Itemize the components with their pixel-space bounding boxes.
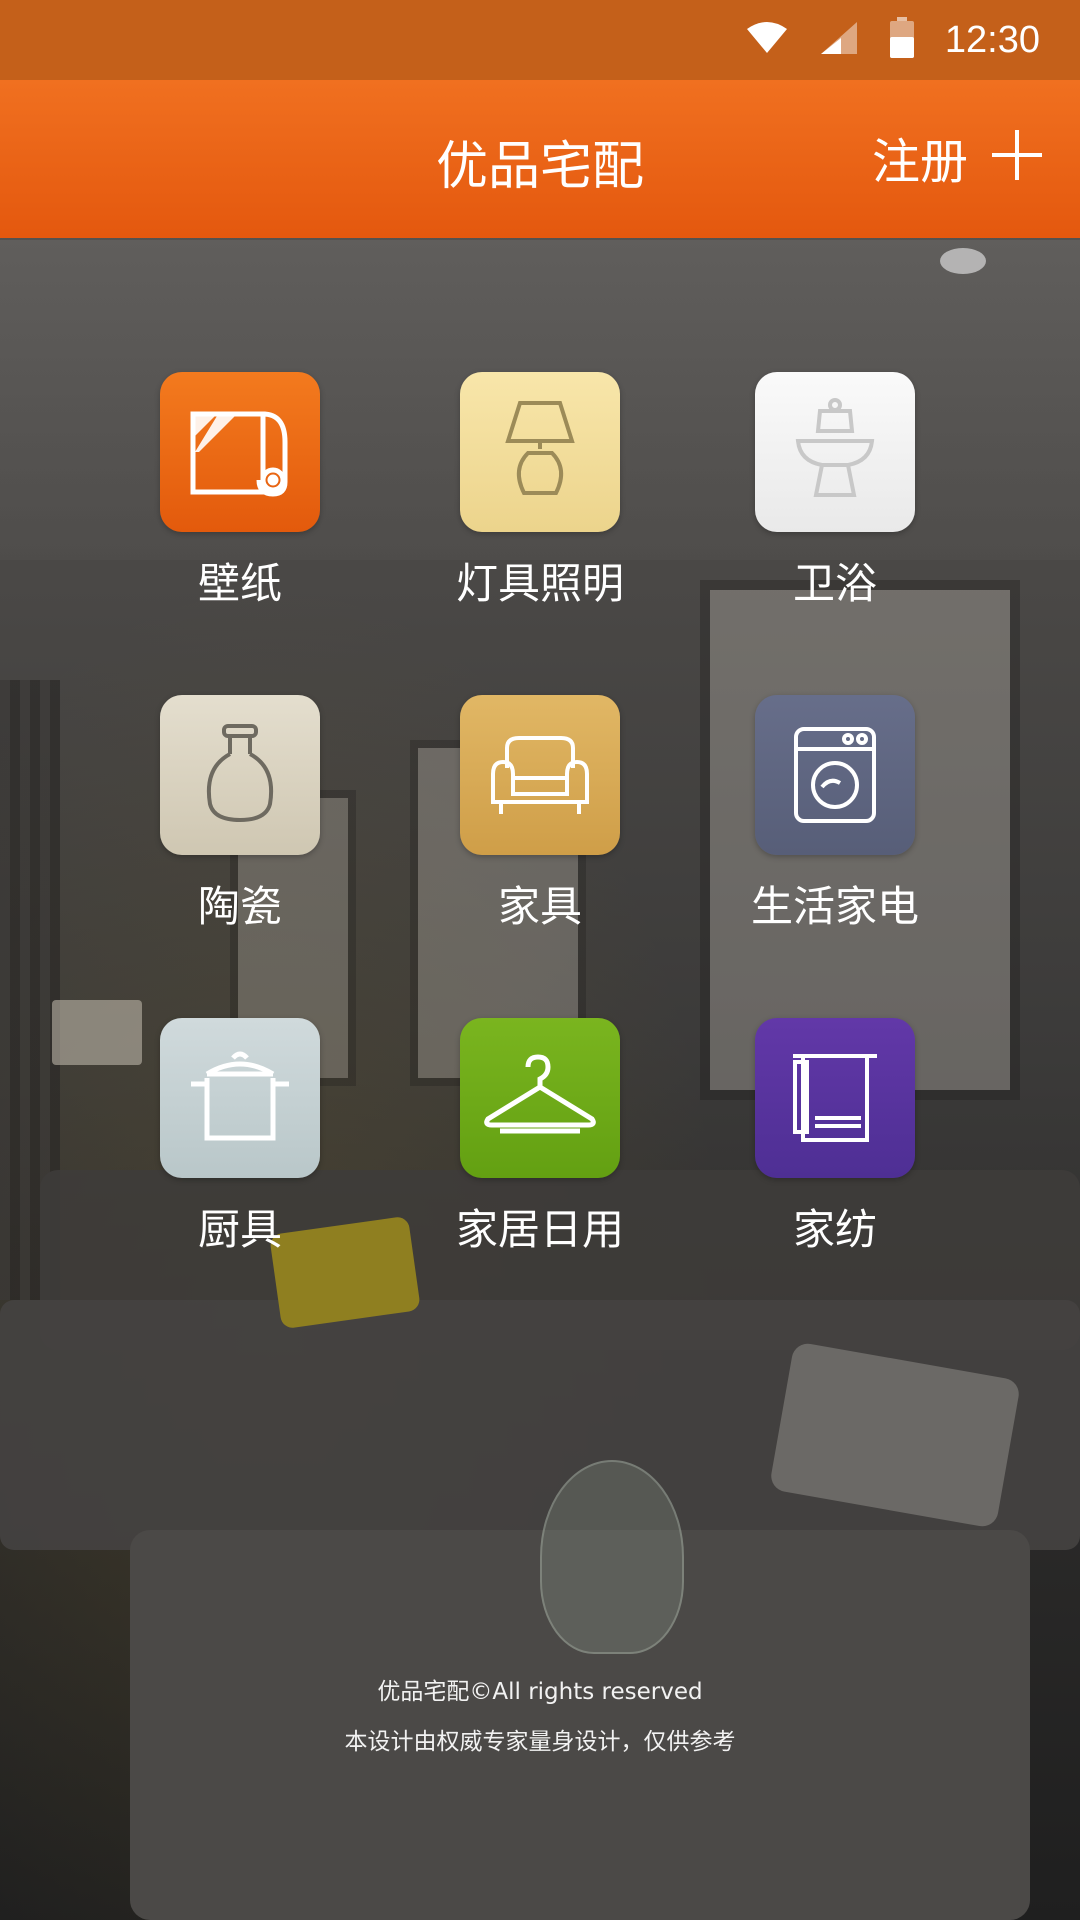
washing-machine-icon bbox=[755, 695, 915, 855]
category-wallpaper[interactable]: 壁纸 bbox=[130, 372, 350, 611]
towel-icon bbox=[755, 1018, 915, 1178]
wifi-icon bbox=[745, 21, 789, 59]
category-label: 灯具照明 bbox=[455, 559, 624, 608]
category-label: 生活家电 bbox=[750, 882, 919, 931]
disclaimer-text: 本设计由权威专家量身设计，仅供参考 bbox=[344, 1729, 736, 1755]
category-label: 家纺 bbox=[792, 1205, 877, 1254]
category-furniture[interactable]: 家具 bbox=[430, 695, 650, 934]
category-label: 厨具 bbox=[197, 1205, 282, 1254]
category-bathroom[interactable]: 卫浴 bbox=[725, 372, 945, 611]
category-textiles[interactable]: 家纺 bbox=[725, 1018, 945, 1257]
status-time: 12:30 bbox=[944, 18, 1040, 61]
battery-icon bbox=[889, 17, 915, 63]
category-lighting[interactable]: 灯具照明 bbox=[430, 372, 650, 611]
plus-icon bbox=[990, 128, 1044, 186]
cooking-pot-icon bbox=[160, 1018, 320, 1178]
ceramic-vase-icon bbox=[160, 695, 320, 855]
clothes-hanger-icon bbox=[460, 1018, 620, 1178]
register-label: 注册 bbox=[871, 134, 968, 190]
glass-vase bbox=[540, 1460, 684, 1654]
category-label: 陶瓷 bbox=[197, 882, 282, 931]
sofa-icon bbox=[460, 695, 620, 855]
category-label: 家居日用 bbox=[455, 1205, 624, 1254]
toilet-icon bbox=[755, 372, 915, 532]
copyright-text: 优品宅配©All rights reserved bbox=[377, 1679, 703, 1705]
category-ceramics[interactable]: 陶瓷 bbox=[130, 695, 350, 934]
category-household[interactable]: 家居日用 bbox=[430, 1018, 650, 1257]
register-button[interactable]: 注册 bbox=[872, 122, 1044, 192]
category-label: 家具 bbox=[497, 882, 582, 931]
ceiling-light bbox=[940, 248, 986, 274]
signal-icon bbox=[819, 20, 859, 60]
category-appliances[interactable]: 生活家电 bbox=[725, 695, 945, 934]
status-bar: 12:30 bbox=[0, 0, 1080, 80]
table-lamp-icon bbox=[460, 372, 620, 532]
category-label: 壁纸 bbox=[197, 559, 282, 608]
category-cookware[interactable]: 厨具 bbox=[130, 1018, 350, 1257]
app-bar: 优品宅配 注册 bbox=[0, 80, 1080, 238]
wallpaper-roll-icon bbox=[160, 372, 320, 532]
floor-lamp bbox=[52, 1000, 142, 1065]
category-label: 卫浴 bbox=[792, 559, 877, 608]
